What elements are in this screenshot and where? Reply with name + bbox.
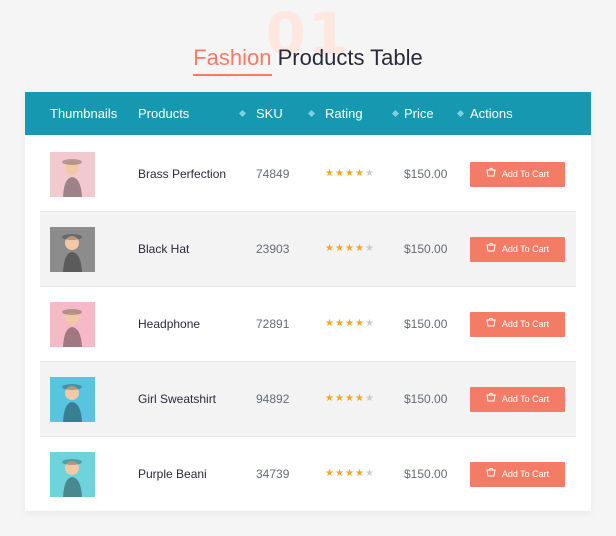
header-rating[interactable]: Rating — [325, 92, 363, 135]
table-header: Thumbnails Products SKU Rating Price Act… — [25, 92, 591, 135]
star-filled-icon: ★ — [355, 168, 364, 179]
star-filled-icon: ★ — [355, 468, 364, 479]
person-photo-icon — [62, 159, 82, 197]
star-filled-icon: ★ — [325, 393, 334, 404]
header-thumbnails[interactable]: Thumbnails — [50, 92, 117, 135]
product-thumbnail[interactable] — [50, 152, 95, 197]
product-name[interactable]: Black Hat — [138, 212, 189, 287]
product-sku: 23903 — [256, 242, 290, 256]
product-name[interactable]: Purple Beani — [138, 437, 207, 512]
products-table: Thumbnails Products SKU Rating Price Act… — [25, 92, 591, 511]
star-empty-icon: ★ — [365, 318, 374, 329]
sort-indicator-icon[interactable] — [456, 109, 465, 118]
star-filled-icon: ★ — [355, 318, 364, 329]
product-thumbnail[interactable] — [50, 227, 95, 272]
star-filled-icon: ★ — [335, 468, 344, 479]
sort-indicator-icon[interactable] — [238, 109, 247, 118]
page-title: Fashion Products Table — [0, 44, 616, 76]
cart-icon — [486, 162, 496, 187]
star-empty-icon: ★ — [365, 243, 374, 254]
product-name[interactable]: Headphone — [138, 287, 200, 362]
cart-icon — [486, 237, 496, 262]
title-accent: Fashion — [193, 44, 272, 76]
star-filled-icon: ★ — [335, 243, 344, 254]
product-thumbnail[interactable] — [50, 377, 95, 422]
person-photo-icon — [62, 384, 82, 422]
cart-icon — [486, 387, 496, 412]
product-sku: 94892 — [256, 392, 290, 406]
add-to-cart-button[interactable]: Add To Cart — [470, 162, 565, 187]
add-to-cart-label: Add To Cart — [501, 244, 550, 254]
person-photo-icon — [62, 234, 82, 272]
title-rest: Products Table — [277, 45, 423, 70]
add-to-cart-label: Add To Cart — [501, 469, 550, 479]
star-filled-icon: ★ — [325, 468, 334, 479]
product-sku: 34739 — [256, 467, 290, 481]
star-filled-icon: ★ — [325, 243, 334, 254]
star-filled-icon: ★ — [335, 318, 344, 329]
star-filled-icon: ★ — [355, 243, 364, 254]
star-filled-icon: ★ — [345, 393, 354, 404]
table-row: Purple Beani 34739 ★ ★ ★ ★ ★ $150.00 Add To Cart — [40, 436, 576, 512]
add-to-cart-button[interactable]: Add To Cart — [470, 237, 565, 262]
add-to-cart-label: Add To Cart — [501, 319, 550, 329]
person-photo-icon — [62, 309, 82, 347]
star-filled-icon: ★ — [325, 318, 334, 329]
add-to-cart-button[interactable]: Add To Cart — [470, 462, 565, 487]
cart-icon — [486, 462, 496, 487]
header-price[interactable]: Price — [404, 92, 434, 135]
product-thumbnail[interactable] — [50, 452, 95, 497]
product-price: $150.00 — [404, 392, 448, 406]
star-empty-icon: ★ — [365, 168, 374, 179]
product-sku: 74849 — [256, 167, 290, 181]
person-photo-icon — [62, 459, 82, 497]
product-thumbnail[interactable] — [50, 302, 95, 347]
add-to-cart-label: Add To Cart — [501, 169, 550, 179]
add-to-cart-button[interactable]: Add To Cart — [470, 312, 565, 337]
star-empty-icon: ★ — [365, 393, 374, 404]
star-filled-icon: ★ — [335, 168, 344, 179]
sort-indicator-icon[interactable] — [391, 109, 400, 118]
section-heading: 01 Fashion Products Table — [0, 0, 616, 92]
star-filled-icon: ★ — [335, 393, 344, 404]
product-name[interactable]: Girl Sweatshirt — [138, 362, 216, 437]
product-name[interactable]: Brass Perfection — [138, 137, 226, 212]
star-filled-icon: ★ — [325, 168, 334, 179]
star-filled-icon: ★ — [345, 318, 354, 329]
table-row: Headphone 72891 ★ ★ ★ ★ ★ $150.00 Add To Cart — [40, 286, 576, 362]
product-price: $150.00 — [404, 167, 448, 181]
table-row: Black Hat 23903 ★ ★ ★ ★ ★ $150.00 Add To Cart — [40, 211, 576, 287]
cart-icon — [486, 312, 496, 337]
header-sku[interactable]: SKU — [256, 92, 283, 135]
product-sku: 72891 — [256, 317, 290, 331]
table-row: Girl Sweatshirt 94892 ★ ★ ★ ★ ★ $150.00 Add To C… — [40, 361, 576, 437]
star-filled-icon: ★ — [355, 393, 364, 404]
star-filled-icon: ★ — [345, 243, 354, 254]
product-price: $150.00 — [404, 242, 448, 256]
star-empty-icon: ★ — [365, 468, 374, 479]
add-to-cart-label: Add To Cart — [501, 394, 550, 404]
sort-indicator-icon[interactable] — [307, 109, 316, 118]
header-actions[interactable]: Actions — [470, 92, 513, 135]
add-to-cart-button[interactable]: Add To Cart — [470, 387, 565, 412]
header-products[interactable]: Products — [138, 92, 189, 135]
product-price: $150.00 — [404, 317, 448, 331]
star-filled-icon: ★ — [345, 168, 354, 179]
star-filled-icon: ★ — [345, 468, 354, 479]
product-price: $150.00 — [404, 467, 448, 481]
table-row: Brass Perfection 74849 ★ ★ ★ ★ ★ $150.00 Add To … — [40, 137, 576, 212]
